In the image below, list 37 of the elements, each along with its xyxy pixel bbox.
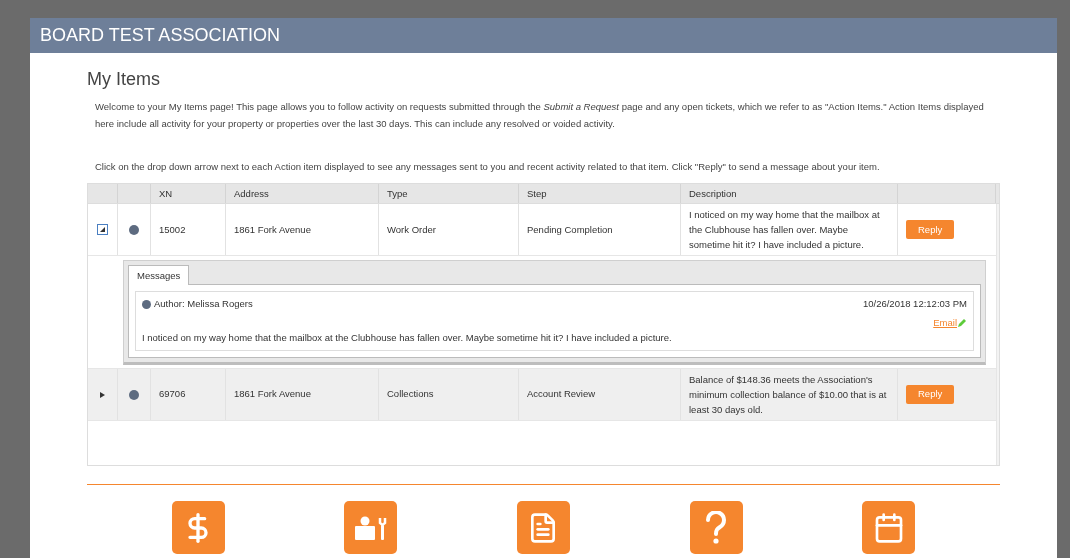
shortcut-tile[interactable]: [517, 501, 570, 555]
shortcut-tile[interactable]: [689, 501, 743, 555]
step-cell: Account Review: [527, 387, 596, 402]
question-mark-icon: [704, 510, 729, 545]
messages-tab[interactable]: Messages: [128, 265, 190, 286]
instructions-paragraph: Click on the drop down arrow next to each Action item displayed to see any messages sent to you and recent activity related to that item. Click "Reply" to send a message about your item.: [94, 160, 881, 174]
reply-button[interactable]: Reply: [906, 220, 955, 240]
type-cell: Collections: [387, 387, 434, 402]
xn-cell: 69706: [159, 387, 186, 402]
column-header: XN: [159, 186, 173, 201]
column-header: Step: [527, 186, 547, 201]
column-header: Address: [234, 186, 269, 201]
pencil-icon: [957, 317, 967, 328]
xn-cell: 15002: [159, 222, 186, 237]
message-text: I noticed on my way home that the mailbox at the Clubhouse has fallen over. Maybe sometime hit it? I have included a picture.: [142, 331, 672, 343]
description-cell-text: I noticed on my way home that the mailbox at the Clubhouse has fallen over. Maybe sometime hit it? I have included a picture.: [689, 208, 881, 253]
intro-paragraph: Welcome to your My Items page! This page allows you to follow activity on requests submitted through the Submit a Request page and any open tickets, which we refer to as "Action Items." Action Items displayed here include all activity for your property or properties over the last 30 days. This can include any resolved or voided activity.: [94, 100, 985, 131]
shortcut-tile[interactable]: [862, 501, 916, 555]
shortcut-tile[interactable]: [171, 501, 225, 555]
corner-arrow-icon: [100, 227, 105, 233]
email-link[interactable]: Email: [933, 315, 957, 330]
message-time: 10/26/2018 12:12:03 PM: [862, 297, 967, 312]
page-title: My Items: [87, 68, 161, 91]
address-cell: 1861 Fork Avenue: [234, 387, 311, 402]
description-cell-text: Balance of $148.36 meets the Association's minimum collection balance of $10.00 that is at least 30 days old.: [689, 373, 888, 417]
message-author: Author: Melissa Rogers: [154, 297, 253, 312]
triangle-right-icon: [100, 391, 105, 398]
address-cell: 1861 Fork Avenue: [234, 222, 311, 237]
shortcut-tile[interactable]: [344, 501, 398, 555]
reply-button[interactable]: Reply: [906, 385, 955, 404]
step-cell: Pending Completion: [527, 222, 613, 237]
expand-toggle[interactable]: [98, 390, 107, 399]
column-header: Type: [387, 186, 408, 201]
type-cell: Work Order: [387, 222, 436, 237]
column-header: Description: [689, 186, 737, 201]
collapse-toggle[interactable]: [97, 224, 108, 236]
association-title: BOARD TEST ASSOCIATION: [40, 24, 281, 47]
